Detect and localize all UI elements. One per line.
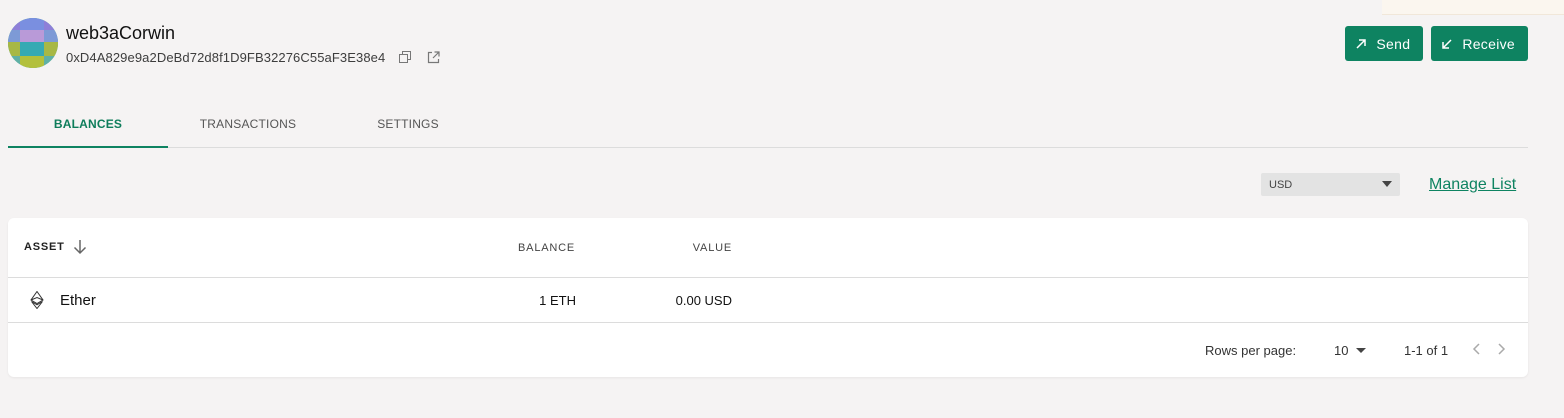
rows-per-page-value: 10 bbox=[1334, 343, 1349, 358]
receive-label: Receive bbox=[1462, 35, 1515, 52]
tab-settings[interactable]: SETTINGS bbox=[328, 104, 488, 147]
rows-per-page-label: Rows per page: bbox=[1205, 343, 1297, 358]
tab-bar: BALANCES TRANSACTIONS SETTINGS bbox=[8, 104, 1528, 148]
send-button[interactable]: Send bbox=[1345, 26, 1424, 61]
table-row[interactable]: Ether 1 ETH 0.00 USD bbox=[8, 278, 1528, 323]
currency-selected: USD bbox=[1269, 178, 1293, 191]
chevron-right-icon[interactable] bbox=[1495, 342, 1507, 356]
receive-button[interactable]: Receive bbox=[1431, 26, 1528, 61]
tab-balances[interactable]: BALANCES bbox=[8, 104, 168, 148]
asset-balance: 1 ETH bbox=[539, 293, 576, 308]
copy-icon[interactable] bbox=[397, 49, 413, 65]
avatar bbox=[8, 18, 58, 68]
address-row: 0xD4A829e9a2DeBd72d8f1D9FB32276C55aF3E38… bbox=[66, 49, 441, 65]
arrow-up-right-icon bbox=[1355, 38, 1367, 50]
column-balance: BALANCE bbox=[518, 242, 575, 254]
account-name: web3aCorwin bbox=[66, 23, 176, 43]
table-header: ASSET BALANCE VALUE bbox=[8, 218, 1528, 278]
sort-arrow-down-icon[interactable] bbox=[73, 239, 87, 255]
notification-corner bbox=[1382, 0, 1564, 15]
caret-down-icon bbox=[1356, 348, 1367, 353]
asset-name: Ether bbox=[60, 292, 96, 309]
caret-down-icon bbox=[1382, 181, 1392, 187]
account-header: web3aCorwin 0xD4A829e9a2DeBd72d8f1D9FB32… bbox=[8, 18, 1528, 70]
send-label: Send bbox=[1376, 35, 1411, 52]
currency-select[interactable]: USD bbox=[1261, 173, 1400, 196]
pagination: Rows per page: 10 1-1 of 1 bbox=[8, 323, 1528, 377]
rows-per-page-select[interactable]: 10 bbox=[1334, 343, 1367, 358]
external-link-icon[interactable] bbox=[425, 49, 441, 65]
chevron-left-icon[interactable] bbox=[1471, 342, 1483, 356]
column-asset[interactable]: ASSET bbox=[24, 239, 87, 255]
asset-value: 0.00 USD bbox=[675, 293, 732, 308]
column-value: VALUE bbox=[692, 242, 732, 254]
header-actions: Send Receive bbox=[1345, 26, 1528, 61]
ethereum-icon bbox=[30, 290, 44, 314]
column-asset-label: ASSET bbox=[24, 241, 65, 253]
account-address: 0xD4A829e9a2DeBd72d8f1D9FB32276C55aF3E38… bbox=[66, 49, 386, 65]
balances-table: ASSET BALANCE VALUE Ether 1 ETH 0.00 USD… bbox=[8, 218, 1528, 377]
page-range: 1-1 of 1 bbox=[1404, 343, 1449, 358]
tab-transactions[interactable]: TRANSACTIONS bbox=[168, 104, 328, 147]
manage-list-link[interactable]: Manage List bbox=[1429, 176, 1516, 194]
arrow-down-left-icon bbox=[1441, 38, 1453, 50]
